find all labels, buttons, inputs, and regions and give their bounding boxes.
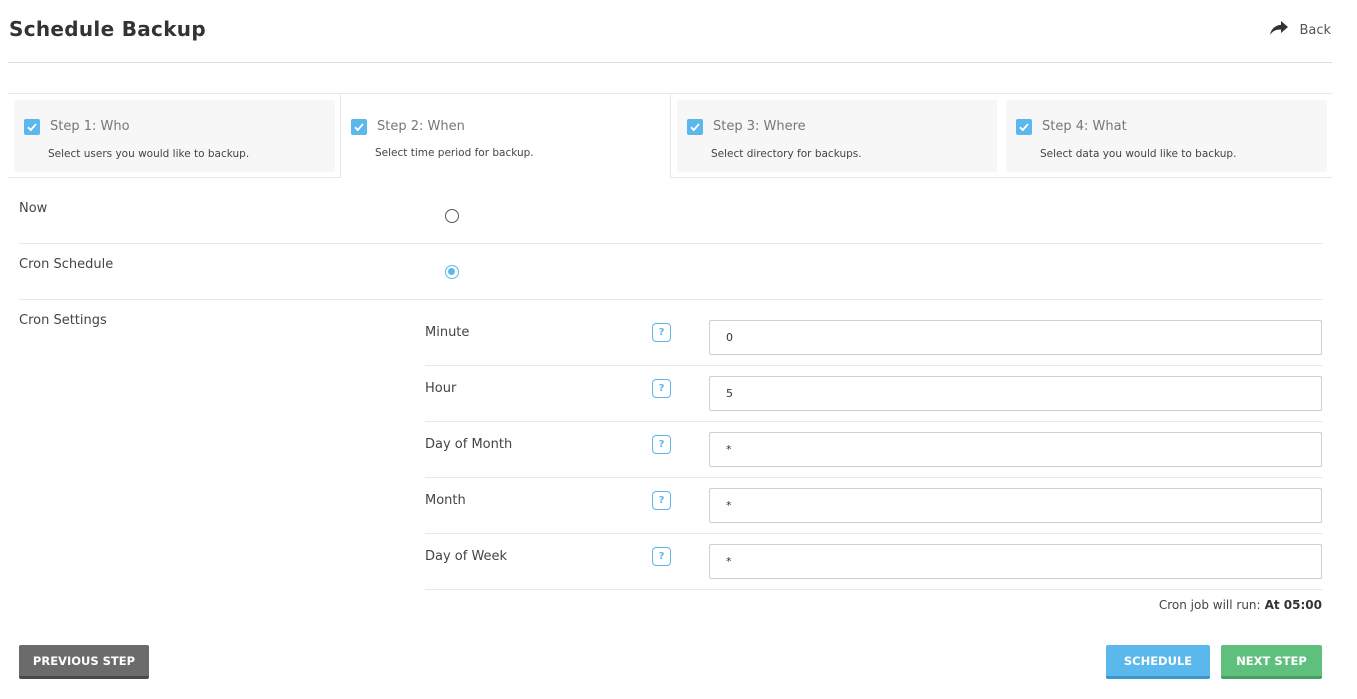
cron-settings-label: Cron Settings — [19, 313, 107, 328]
step-when[interactable]: Step 2: When Select time period for back… — [340, 94, 671, 178]
row-divider — [19, 243, 1323, 244]
step-who-desc: Select users you would like to backup. — [48, 148, 250, 160]
now-label: Now — [19, 201, 48, 216]
checkbox-checked-icon — [687, 119, 703, 135]
hour-label: Hour — [425, 381, 457, 396]
next-step-button[interactable]: NEXT STEP — [1221, 645, 1322, 679]
hour-input[interactable] — [709, 376, 1322, 411]
help-icon[interactable]: ? — [652, 323, 671, 342]
row-divider — [425, 533, 1323, 534]
day-of-week-input[interactable] — [709, 544, 1322, 579]
month-input[interactable] — [709, 488, 1322, 523]
now-radio[interactable] — [445, 209, 459, 223]
checkbox-checked-icon — [1016, 119, 1032, 135]
row-divider — [425, 421, 1323, 422]
checkbox-checked-icon — [351, 119, 367, 135]
month-label: Month — [425, 493, 466, 508]
previous-step-button[interactable]: PREVIOUS STEP — [19, 645, 149, 679]
help-icon[interactable]: ? — [652, 547, 671, 566]
cron-summary-value: At 05:00 — [1264, 598, 1322, 612]
day-of-week-label: Day of Week — [425, 549, 508, 564]
help-icon[interactable]: ? — [652, 379, 671, 398]
row-divider — [425, 589, 1323, 590]
day-of-month-label: Day of Month — [425, 437, 513, 452]
help-icon[interactable]: ? — [652, 435, 671, 454]
cron-summary-label: Cron job will run: — [1158, 598, 1261, 612]
help-icon[interactable]: ? — [652, 491, 671, 510]
step-where-title: Step 3: Where — [713, 119, 806, 134]
cron-summary: Cron job will run: At 05:00 — [1159, 598, 1322, 612]
cron-schedule-radio[interactable] — [445, 265, 459, 279]
day-of-month-input[interactable] — [709, 432, 1322, 467]
back-label: Back — [1299, 22, 1331, 38]
step-what[interactable]: Step 4: What Select data you would like … — [1006, 100, 1327, 172]
schedule-button[interactable]: SCHEDULE — [1106, 645, 1210, 679]
page-title: Schedule Backup — [9, 17, 206, 41]
wizard-steps: Step 1: Who Select users you would like … — [8, 93, 1332, 178]
share-arrow-icon — [1269, 20, 1289, 40]
step-what-desc: Select data you would like to backup. — [1040, 148, 1237, 160]
row-divider — [425, 477, 1323, 478]
minute-label: Minute — [425, 325, 470, 340]
row-divider — [425, 365, 1323, 366]
step-what-title: Step 4: What — [1042, 119, 1127, 134]
checkbox-checked-icon — [24, 119, 40, 135]
back-link[interactable]: Back — [1269, 20, 1331, 40]
step-when-desc: Select time period for backup. — [375, 147, 534, 159]
row-divider — [19, 299, 1323, 300]
header-divider — [8, 62, 1332, 63]
step-where-desc: Select directory for backups. — [711, 148, 862, 160]
step-who[interactable]: Step 1: Who Select users you would like … — [14, 100, 335, 172]
step-when-title: Step 2: When — [377, 119, 465, 134]
minute-input[interactable] — [709, 320, 1322, 355]
cron-schedule-label: Cron Schedule — [19, 257, 114, 272]
step-where[interactable]: Step 3: Where Select directory for backu… — [677, 100, 997, 172]
step-who-title: Step 1: Who — [50, 119, 130, 134]
